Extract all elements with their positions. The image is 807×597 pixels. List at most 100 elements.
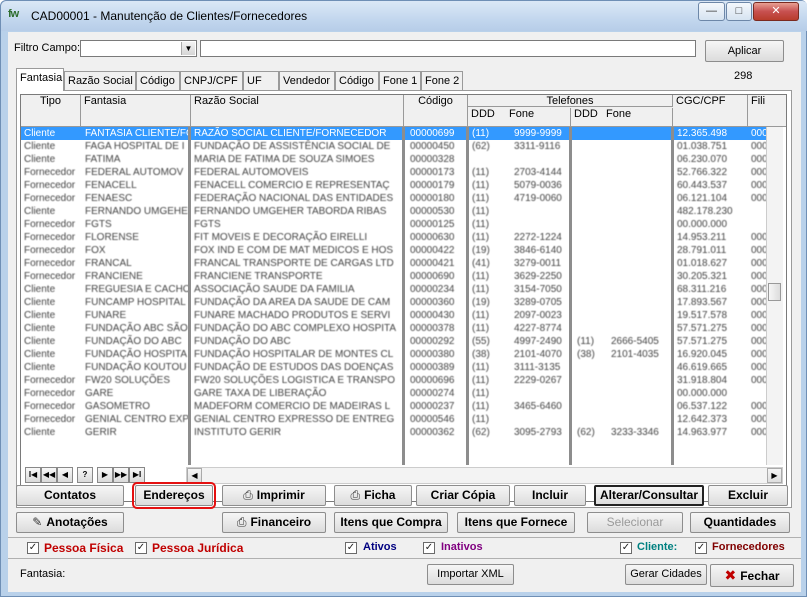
ativos-checkbox[interactable]: ✓	[345, 542, 357, 554]
financeiro-button[interactable]: ⎙ Financeiro	[222, 512, 326, 533]
records-grid[interactable]: Tipo Fantasia Razão Social Código Telefo…	[20, 94, 787, 502]
horizontal-scrollbar[interactable]: ◀ ▶	[186, 467, 783, 484]
table-row-selected[interactable]: Cliente FANTASIA CLIENTE/FORNECEDOR RAZÃO …	[21, 127, 766, 140]
tab-uf[interactable]: UF	[243, 71, 279, 90]
table-row[interactable]: Cliente FUNDAÇÃO KOUTOU FUNDAÇÃO DE ESTUDO…	[21, 361, 766, 374]
table-row[interactable]: Fornecedor FRANCAL FRANCAL TRANSPORTE DE C…	[21, 257, 766, 270]
tab-fantasia[interactable]: Fantasia	[16, 68, 64, 91]
tab-fone-1[interactable]: Fone 1	[379, 71, 421, 90]
selecionar-button[interactable]: Selecionar	[587, 512, 683, 533]
maximize-button[interactable]: □	[726, 2, 752, 21]
header-filial[interactable]: Fili	[748, 95, 786, 127]
tab-razao-social[interactable]: Razão Social	[64, 71, 136, 90]
table-row[interactable]: Fornecedor FENAESC FEDERAÇÃO NACIONAL DAS …	[21, 192, 766, 205]
cell-cgc: 12.365.498	[677, 128, 728, 139]
vertical-scroll-thumb[interactable]	[768, 283, 781, 301]
alterar-consultar-button[interactable]: Alterar/Consultar	[594, 485, 704, 506]
table-row[interactable]: Cliente FERNANDO UMGEHER FERNANDO UMGEHER …	[21, 205, 766, 218]
header-razao-social[interactable]: Razão Social	[191, 95, 404, 127]
table-row[interactable]: Fornecedor FRANCIENE FRANCIENE TRANSPORTE 0…	[21, 270, 766, 283]
header-codigo[interactable]: Código	[404, 95, 468, 127]
cell-fantasia: FENAESC	[85, 193, 133, 204]
header-ddd-1[interactable]: DDD	[468, 108, 506, 127]
scroll-left-button[interactable]: ◀	[187, 468, 202, 483]
nav-search-button[interactable]: ?	[77, 467, 93, 483]
ficha-button[interactable]: ⎙ Ficha	[334, 485, 412, 506]
header-ddd-2[interactable]: DDD	[571, 108, 603, 127]
table-row[interactable]: Cliente GERIR INSTITUTO GERIR 00000362 (62) 3…	[21, 426, 766, 439]
tab-fone-2[interactable]: Fone 2	[421, 71, 463, 90]
cell-fone1: 2097-0023	[514, 310, 562, 321]
column-separator	[671, 127, 674, 465]
fechar-button[interactable]: ✖ Fechar	[710, 564, 794, 587]
nav-next-page-button[interactable]: ▶▶	[113, 467, 129, 483]
header-fantasia[interactable]: Fantasia	[81, 95, 191, 127]
table-row[interactable]: Cliente FREGUESIA E CACHO ASSOCIAÇÃO SAUDE…	[21, 283, 766, 296]
imprimir-label: Imprimir	[256, 488, 305, 502]
cell-codigo: 00000274	[410, 388, 455, 399]
header-tipo[interactable]: Tipo	[21, 95, 81, 127]
nav-prior-page-button[interactable]: ◀◀	[41, 467, 57, 483]
grid-body[interactable]: Cliente FANTASIA CLIENTE/FORNECEDOR RAZÃO …	[21, 127, 766, 465]
tab-cnpj-cpf[interactable]: CNPJ/CPF	[180, 71, 243, 90]
pessoa-fisica-checkbox[interactable]: ✓	[27, 542, 39, 554]
table-row[interactable]: Fornecedor GARE GARE TAXA DE LIBERAÇÃO 0000…	[21, 387, 766, 400]
incluir-button[interactable]: Incluir	[514, 485, 586, 506]
tab-vendedor[interactable]: Vendedor	[279, 71, 335, 90]
nav-prior-button[interactable]: ◀	[57, 467, 73, 483]
cell-tipo: Fornecedor	[24, 193, 76, 204]
table-row[interactable]: Fornecedor FOX FOX IND E COM DE MAT MEDICO…	[21, 244, 766, 257]
table-row[interactable]: Cliente FUNCAMP HOSPITAL FUNDAÇÃO DA AREA …	[21, 296, 766, 309]
printer-icon: ⎙	[243, 488, 253, 502]
contatos-button[interactable]: Contatos	[16, 485, 124, 506]
header-fone-2[interactable]: Fone	[603, 108, 673, 127]
nav-next-button[interactable]: ▶	[97, 467, 113, 483]
header-fone-1[interactable]: Fone	[506, 108, 571, 127]
table-row[interactable]: Cliente FUNDAÇÃO ABC SÃO FUNDAÇÃO DO ABC C…	[21, 322, 766, 335]
table-row[interactable]: Cliente FUNARE FUNARE MACHADO PRODUTOS E S…	[21, 309, 766, 322]
enderecos-button[interactable]: Endereços	[132, 482, 216, 509]
criar-copia-button[interactable]: Criar Cópia	[416, 485, 510, 506]
table-row[interactable]: Cliente FAGA HOSPITAL DE I FUNDAÇÃO DE ASS…	[21, 140, 766, 153]
table-row[interactable]: Cliente FATIMA MARIA DE FATIMA DE SOUZA SI…	[21, 153, 766, 166]
filter-field-select[interactable]: ▼	[80, 40, 197, 57]
importar-xml-button[interactable]: Importar XML	[427, 564, 514, 585]
table-row[interactable]: Fornecedor FLORENSE FIT MOVEIS E DECORAÇÃO…	[21, 231, 766, 244]
itens-que-fornece-button[interactable]: Itens que Fornece	[457, 512, 575, 533]
table-row[interactable]: Fornecedor FW20 SOLUÇÕES FW20 SOLUÇÕES LOG…	[21, 374, 766, 387]
cell-cgc: 06.230.070	[677, 154, 728, 165]
table-row[interactable]: Cliente FUNDAÇÃO HOSPITA FUNDAÇÃO HOSPITAL…	[21, 348, 766, 361]
tab-codigo[interactable]: Código	[136, 71, 180, 90]
table-row[interactable]: Cliente FUNDAÇÃO DO ABC FUNDAÇÃO DO ABC 000…	[21, 335, 766, 348]
fornecedores-checkbox[interactable]: ✓	[695, 542, 707, 554]
excluir-button[interactable]: Excluir	[708, 485, 788, 506]
apply-filter-button[interactable]: Aplicar	[705, 40, 784, 62]
cliente-checkbox[interactable]: ✓	[620, 542, 632, 554]
cell-ddd1: (11)	[472, 323, 490, 334]
tab-codigo-vendedor[interactable]: Código	[335, 71, 379, 90]
nav-last-button[interactable]: ▶I	[129, 467, 145, 483]
minimize-button[interactable]: —	[698, 2, 725, 21]
cell-ddd1: (11)	[472, 219, 490, 230]
cell-cgc: 46.619.665	[677, 362, 728, 373]
table-row[interactable]: Fornecedor FEDERAL AUTOMOV FEDERAL AUTOMOV…	[21, 166, 766, 179]
nav-first-button[interactable]: I◀	[25, 467, 41, 483]
table-row[interactable]: Fornecedor FENACELL FENACELL COMERCIO E RE…	[21, 179, 766, 192]
close-window-button[interactable]: ✕	[753, 2, 799, 21]
cell-ddd2: (38)	[577, 349, 595, 360]
check-icon: ✓	[621, 542, 631, 553]
filter-search-input[interactable]	[200, 40, 696, 57]
cell-fili: 000	[751, 167, 766, 178]
anotacoes-button[interactable]: ✎ Anotações	[16, 512, 124, 533]
inativos-checkbox[interactable]: ✓	[423, 542, 435, 554]
table-row[interactable]: Fornecedor GASOMETRO MADEFORM COMERCIO DE …	[21, 400, 766, 413]
table-row[interactable]: Fornecedor FGTS FGTS 00000125 (11) 00.000.000	[21, 218, 766, 231]
pessoa-juridica-checkbox[interactable]: ✓	[135, 542, 147, 554]
gerar-cidades-button[interactable]: Gerar Cidades	[625, 564, 707, 585]
header-cgc-cpf[interactable]: CGC/CPF	[673, 95, 748, 127]
itens-que-compra-button[interactable]: Itens que Compra	[334, 512, 448, 533]
scroll-right-button[interactable]: ▶	[767, 468, 782, 483]
quantidades-button[interactable]: Quantidades	[690, 512, 790, 533]
table-row[interactable]: Fornecedor GENIAL CENTRO EXP GENIAL CENTRO…	[21, 413, 766, 426]
imprimir-button[interactable]: ⎙ Imprimir	[222, 485, 326, 506]
